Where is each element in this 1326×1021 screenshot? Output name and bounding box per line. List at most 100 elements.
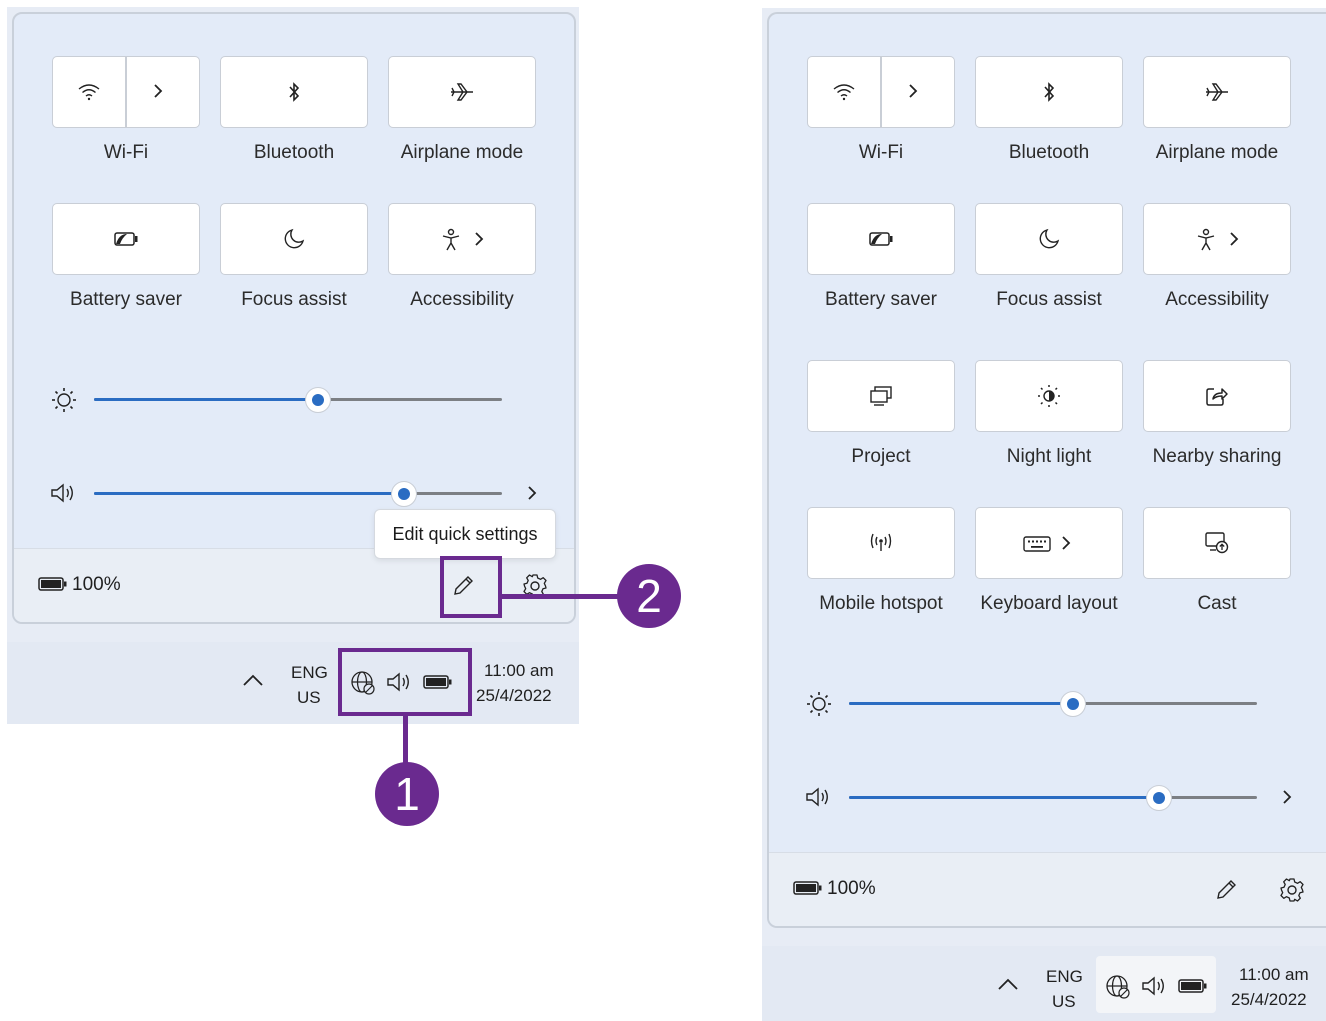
keyboard-layout-button[interactable]	[975, 507, 1123, 579]
volume-slider[interactable]	[94, 480, 502, 508]
tile-cast: Cast	[1143, 507, 1291, 614]
chevron-right-icon	[1228, 230, 1240, 248]
tile-label-accessibility: Accessibility	[410, 289, 514, 310]
wifi-expand-chevron-icon[interactable]	[903, 80, 923, 102]
callout-2-number: 2	[636, 570, 662, 622]
focus-assist-toggle-button[interactable]	[220, 203, 368, 275]
battery-icon	[38, 576, 68, 592]
battery-icon	[793, 880, 823, 896]
tile-nearby-sharing: Nearby sharing	[1143, 360, 1291, 467]
battery-tray-icon[interactable]	[1178, 978, 1208, 994]
network-globe-icon[interactable]	[1104, 973, 1132, 1001]
volume-output-chevron-icon[interactable]	[522, 482, 542, 504]
airplane-toggle-button[interactable]	[1143, 56, 1291, 128]
callout-1-connector	[403, 716, 408, 766]
callout-2: 2	[617, 564, 681, 628]
battery-saver-icon	[868, 231, 894, 247]
tile-label-night-light: Night light	[1006, 446, 1092, 467]
tile-label-keyboard-layout: Keyboard layout	[980, 593, 1118, 614]
bluetooth-toggle-button[interactable]	[975, 56, 1123, 128]
tile-label-cast: Cast	[1197, 593, 1237, 614]
language-indicator-top[interactable]: ENG	[1046, 967, 1083, 987]
callout-1: 1	[375, 762, 439, 826]
tile-label-battery-saver: Battery saver	[70, 289, 182, 310]
tile-keyboard-layout: Keyboard layout	[975, 507, 1123, 614]
tile-label-wifi: Wi-Fi	[858, 142, 904, 163]
edit-button-highlight	[440, 556, 502, 618]
tile-label-battery-saver: Battery saver	[825, 289, 937, 310]
brightness-icon	[50, 386, 78, 414]
language-indicator-top[interactable]: ENG	[291, 663, 328, 683]
callout-1-number: 1	[394, 768, 420, 820]
tile-label-mobile-hotspot: Mobile hotspot	[819, 593, 943, 614]
tile-wifi: Wi-Fi	[807, 56, 955, 163]
chevron-right-icon	[1060, 534, 1072, 552]
project-button[interactable]	[807, 360, 955, 432]
tile-divider	[880, 57, 882, 127]
clock-time[interactable]: 11:00 am	[484, 661, 554, 681]
tile-mobile-hotspot: Mobile hotspot	[807, 507, 955, 614]
speaker-icon	[50, 480, 78, 506]
tile-accessibility: Accessibility	[1143, 203, 1291, 310]
right-quick-settings-panel: Wi-Fi Bluetooth Airplane mode Battery sa…	[767, 12, 1326, 928]
brightness-slider-thumb[interactable]	[305, 387, 331, 413]
wifi-toggle-button[interactable]	[807, 56, 955, 128]
brightness-icon	[805, 690, 833, 718]
volume-slider-thumb[interactable]	[391, 481, 417, 507]
volume-slider[interactable]	[849, 784, 1257, 812]
battery-percentage: 100%	[72, 574, 121, 595]
nearby-sharing-toggle-button[interactable]	[1143, 360, 1291, 432]
volume-slider-thumb[interactable]	[1146, 785, 1172, 811]
speaker-icon	[805, 784, 833, 810]
callout-2-connector	[502, 594, 624, 599]
edit-quick-settings-tooltip: Edit quick settings	[374, 509, 556, 559]
airplane-toggle-button[interactable]	[388, 56, 536, 128]
tile-label-focus-assist: Focus assist	[996, 289, 1102, 310]
show-hidden-icons-chevron-icon[interactable]	[996, 974, 1020, 994]
cast-button[interactable]	[1143, 507, 1291, 579]
battery-saver-toggle-button[interactable]	[52, 203, 200, 275]
language-indicator-bottom[interactable]: US	[1052, 992, 1076, 1012]
accessibility-toggle-button[interactable]	[388, 203, 536, 275]
brightness-slider[interactable]	[849, 690, 1257, 718]
airplane-icon	[449, 81, 475, 103]
airplane-icon	[1204, 81, 1230, 103]
clock-time[interactable]: 11:00 am	[1239, 965, 1309, 985]
tile-divider	[125, 57, 127, 127]
language-indicator-bottom[interactable]: US	[297, 688, 321, 708]
bluetooth-icon	[287, 80, 301, 104]
tile-label-wifi: Wi-Fi	[103, 142, 149, 163]
show-hidden-icons-chevron-icon[interactable]	[241, 670, 265, 690]
tile-label-airplane: Airplane mode	[400, 142, 524, 163]
bluetooth-toggle-button[interactable]	[220, 56, 368, 128]
battery-saver-toggle-button[interactable]	[807, 203, 955, 275]
brightness-slider[interactable]	[94, 386, 502, 414]
tile-label-airplane: Airplane mode	[1155, 142, 1279, 163]
settings-gear-icon[interactable]	[1277, 875, 1307, 905]
accessibility-icon	[441, 228, 461, 252]
volume-output-chevron-icon[interactable]	[1277, 786, 1297, 808]
focus-assist-toggle-button[interactable]	[975, 203, 1123, 275]
tile-focus-assist: Focus assist	[220, 203, 368, 310]
wifi-expand-chevron-icon[interactable]	[148, 80, 168, 102]
night-light-icon	[1037, 384, 1061, 408]
volume-slider-fill	[849, 796, 1159, 799]
battery-saver-icon	[113, 231, 139, 247]
edit-pencil-icon[interactable]	[1211, 875, 1241, 905]
wifi-toggle-button[interactable]	[52, 56, 200, 128]
tile-accessibility: Accessibility	[388, 203, 536, 310]
tile-bluetooth: Bluetooth	[975, 56, 1123, 163]
tile-wifi: Wi-Fi	[52, 56, 200, 163]
brightness-slider-thumb[interactable]	[1060, 691, 1086, 717]
clock-date[interactable]: 25/4/2022	[1231, 990, 1307, 1010]
mobile-hotspot-toggle-button[interactable]	[807, 507, 955, 579]
volume-tray-icon[interactable]	[1141, 974, 1169, 998]
keyboard-icon	[1022, 534, 1052, 554]
night-light-toggle-button[interactable]	[975, 360, 1123, 432]
tile-battery-saver: Battery saver	[52, 203, 200, 310]
clock-date[interactable]: 25/4/2022	[476, 686, 552, 706]
hotspot-icon	[868, 533, 894, 553]
brightness-slider-fill	[849, 702, 1073, 705]
accessibility-toggle-button[interactable]	[1143, 203, 1291, 275]
brightness-slider-fill	[94, 398, 318, 401]
